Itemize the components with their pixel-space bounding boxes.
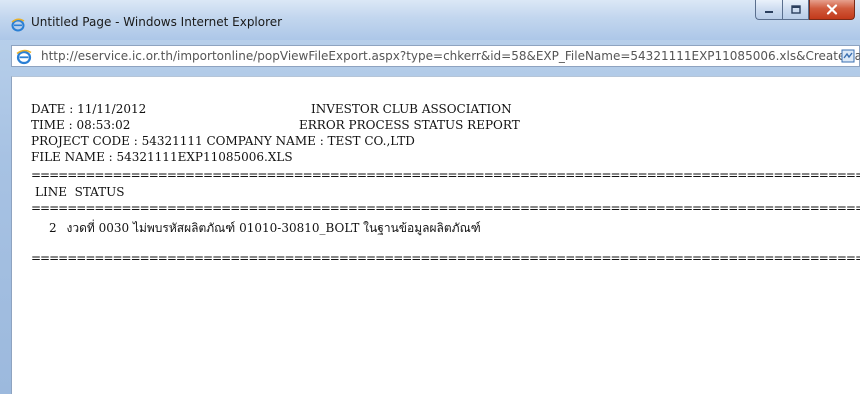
- maximize-icon: [790, 5, 801, 14]
- maximize-button[interactable]: [782, 0, 809, 20]
- address-bar[interactable]: http://eservice.ic.or.th/importonline/po…: [11, 45, 860, 67]
- page-content: DATE : 11/11/2012 INVESTOR CLUB ASSOCIAT…: [11, 76, 860, 394]
- report-project-line: PROJECT CODE : 54321111 COMPANY NAME : T…: [31, 134, 415, 148]
- title-bar[interactable]: Untitled Page - Windows Internet Explore…: [0, 0, 860, 40]
- report-time: TIME : 08:53:02: [31, 118, 131, 132]
- report-title: ERROR PROCESS STATUS REPORT: [299, 118, 520, 132]
- ie-window: Untitled Page - Windows Internet Explore…: [0, 0, 860, 394]
- row-line-number: 2: [49, 221, 57, 235]
- window-title: Untitled Page - Windows Internet Explore…: [31, 15, 283, 29]
- address-url[interactable]: http://eservice.ic.or.th/importonline/po…: [41, 49, 860, 63]
- separator-line: ========================================…: [31, 201, 860, 215]
- separator-line: ========================================…: [31, 251, 860, 265]
- close-icon: [826, 4, 838, 15]
- separator-line: ========================================…: [31, 168, 860, 182]
- report-file-name: FILE NAME : 54321111EXP11085006.XLS: [31, 150, 293, 164]
- report-date: DATE : 11/11/2012: [31, 102, 147, 116]
- row-status: งวดที่ 0030 ไม่พบรหัสผลิตภัณฑ์ 01010-308…: [66, 221, 481, 235]
- ie-page-icon: [16, 49, 32, 65]
- close-button[interactable]: [809, 0, 855, 20]
- minimize-button[interactable]: [755, 0, 782, 20]
- column-header: LINE STATUS: [35, 185, 125, 199]
- window-controls: [755, 0, 855, 22]
- minimize-icon: [765, 10, 773, 13]
- report-org-name: INVESTOR CLUB ASSOCIATION: [311, 102, 512, 116]
- table-row: 2 งวดที่ 0030 ไม่พบรหัสผลิตภัณฑ์ 01010-3…: [49, 219, 481, 238]
- ie-logo-icon: [11, 18, 25, 32]
- compatibility-view-icon[interactable]: [841, 49, 855, 63]
